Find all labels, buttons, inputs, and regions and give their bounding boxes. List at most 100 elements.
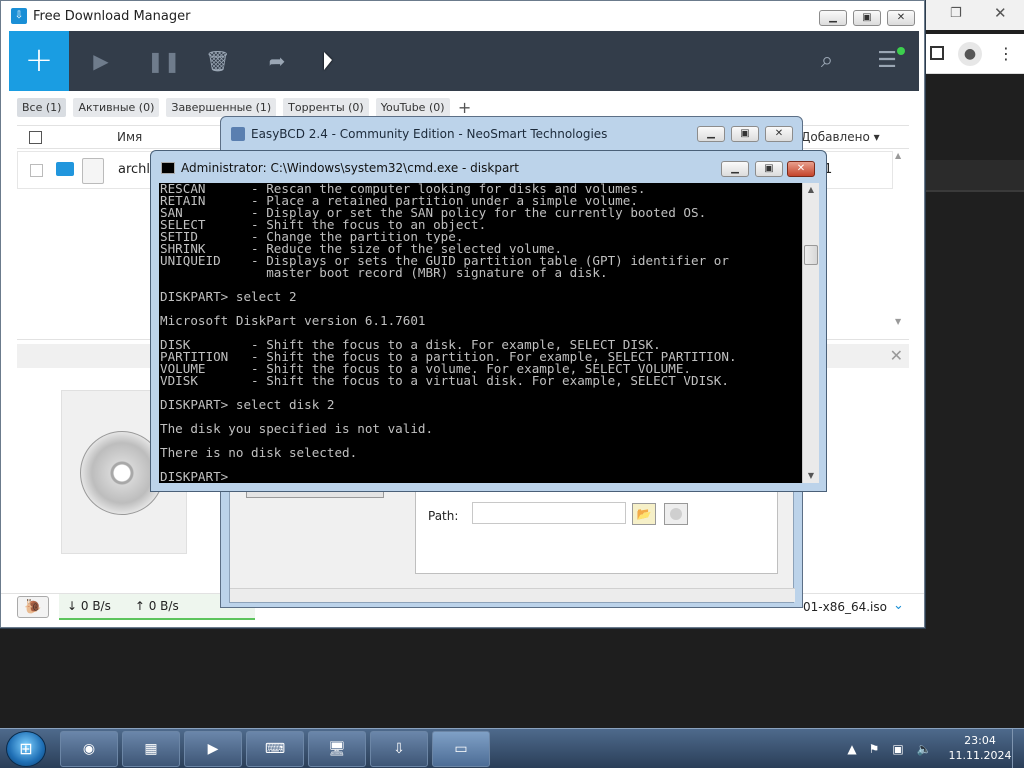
cmd-app-icon [161, 162, 175, 174]
easybcd-title: EasyBCD 2.4 - Community Edition - NeoSma… [251, 127, 608, 141]
add-tab-button[interactable]: + [457, 98, 473, 117]
taskbar-browser-icon[interactable]: ◉ [60, 731, 118, 767]
column-name[interactable]: Имя [117, 130, 142, 144]
scroll-down-icon[interactable]: ▼ [803, 469, 819, 483]
console-line: The disk you specified is not valid. [160, 422, 434, 436]
scroll-down-icon[interactable]: ▼ [895, 317, 901, 326]
taskbar-media-player-icon[interactable]: ▶ [184, 731, 242, 767]
notification-dot [897, 47, 905, 55]
move-icon[interactable]: ➦ [265, 49, 289, 73]
show-desktop-button[interactable] [1012, 729, 1024, 768]
close-button[interactable]: ✕ [765, 126, 793, 142]
console-line: VDISK - Shift the focus to a virtual dis… [160, 374, 729, 388]
maximize-button[interactable]: ▣ [853, 10, 881, 26]
minimize-button[interactable]: ▁ [721, 161, 749, 177]
browser-toolbar: ● ⋮ [920, 34, 1024, 74]
tray-expand-icon[interactable]: ▲ [844, 741, 860, 757]
cmd-window: Administrator: C:\Windows\system32\cmd.e… [150, 150, 827, 492]
console-line: DISKPART> select 2 [160, 290, 297, 304]
console-scrollbar[interactable]: ▲ ▼ [802, 183, 819, 483]
console-output[interactable]: RESCAN - Rescan the computer looking for… [159, 183, 802, 483]
start-button[interactable]: ⊞ [6, 731, 46, 767]
browser-titlebar: ❐ ✕ [920, 0, 1024, 30]
chevron-down-icon[interactable]: ⌄ [893, 598, 904, 613]
console-line: There is no disk selected. [160, 446, 358, 460]
taskbar-explorer-icon[interactable]: ▦ [122, 731, 180, 767]
fdm-app-icon: ⇩ [11, 8, 27, 24]
taskbar-computer-icon[interactable]: 🖥 [308, 731, 366, 767]
minimize-button[interactable]: ▁ [697, 126, 725, 142]
divider [920, 190, 1024, 192]
clock-time: 23:04 [964, 734, 996, 747]
fdm-title: Free Download Manager [33, 8, 191, 24]
action-center-flag-icon[interactable]: ⚑ [866, 741, 882, 757]
settings-group [415, 478, 778, 574]
taskbar-fdm-icon[interactable]: ⇩ [370, 731, 428, 767]
console-line: Microsoft DiskPart version 6.1.7601 [160, 314, 426, 328]
select-all-checkbox[interactable] [29, 131, 42, 144]
resume-icon[interactable]: ▶ [89, 49, 113, 73]
menu-icon[interactable]: ☰ [875, 49, 899, 73]
mouse-cursor [324, 52, 332, 70]
profile-icon[interactable]: ● [958, 42, 982, 66]
search-icon[interactable]: ⌕ [815, 49, 839, 73]
tab-torrents[interactable]: Торренты (0) [283, 97, 369, 117]
browse-folder-button[interactable]: 📂 [632, 503, 656, 525]
browser-content-strip [920, 160, 1024, 190]
sidebar-icon[interactable] [930, 46, 944, 60]
close-icon[interactable]: ✕ [994, 4, 1007, 22]
column-added[interactable]: Добавлено ▾ [801, 130, 880, 144]
go-button[interactable] [664, 503, 688, 525]
cmd-title: Administrator: C:\Windows\system32\cmd.e… [181, 161, 519, 175]
tab-completed[interactable]: Завершенные (1) [166, 97, 277, 117]
close-button[interactable]: ✕ [787, 161, 815, 177]
row-checkbox[interactable] [30, 164, 43, 177]
taskbar-network-icon[interactable]: ⌨ [246, 731, 304, 767]
pause-icon[interactable]: ❚❚ [147, 49, 181, 73]
delete-icon[interactable]: 🗑 [205, 49, 230, 73]
maximize-button[interactable]: ▣ [755, 161, 783, 177]
download-name: archli [118, 162, 154, 177]
background-browser-window: ❐ ✕ ● ⋮ [920, 0, 1024, 728]
restore-icon[interactable]: ❐ [950, 6, 962, 21]
close-button[interactable]: ✕ [887, 10, 915, 26]
easybcd-statusbar [230, 588, 795, 602]
folder-icon[interactable] [56, 162, 74, 176]
close-details-icon[interactable]: ✕ [890, 346, 903, 365]
system-tray: ▲ ⚑ ▣ 🔈 23:04 11.11.2024 [840, 729, 1024, 768]
taskbar: ⊞ ◉ ▦ ▶ ⌨ 🖥 ⇩ ▭ ▲ ⚑ ▣ 🔈 23:04 11.11.2024 [0, 728, 1024, 768]
easybcd-titlebar: EasyBCD 2.4 - Community Edition - NeoSma… [221, 117, 802, 151]
fdm-toolbar: + ▶ ❚❚ 🗑 ➦ ⌕ ☰ [9, 31, 919, 91]
upload-speed: ↑ 0 B/s [134, 599, 179, 613]
tab-active[interactable]: Активные (0) [73, 97, 160, 117]
console-line: master boot record (MBR) signature of a … [160, 266, 608, 280]
download-speed: ↓ 0 B/s [67, 599, 111, 613]
console-line: DISKPART> select disk 2 [160, 398, 335, 412]
path-input[interactable] [472, 502, 626, 524]
scroll-up-icon[interactable]: ▲ [895, 151, 901, 160]
tab-youtube[interactable]: YouTube (0) [375, 97, 450, 117]
clock-date: 11.11.2024 [948, 749, 1012, 762]
console-line: DISKPART> [160, 470, 229, 483]
scroll-up-icon[interactable]: ▲ [803, 183, 819, 197]
taskbar-cmd-icon[interactable]: ▭ [432, 731, 490, 767]
clock[interactable]: 23:04 11.11.2024 [944, 733, 1016, 763]
fdm-titlebar: ⇩ Free Download Manager ▁ ▣ ✕ [1, 1, 924, 31]
more-menu-icon[interactable]: ⋮ [998, 44, 1014, 63]
easybcd-sidebar [240, 492, 388, 588]
cmd-titlebar: Administrator: C:\Windows\system32\cmd.e… [151, 151, 826, 185]
minimize-button[interactable]: ▁ [819, 10, 847, 26]
fdm-filter-tabs: Все (1) Активные (0) Завершенные (1) Тор… [17, 97, 473, 117]
volume-muted-icon[interactable]: 🔈 [916, 741, 932, 757]
add-download-button[interactable]: + [9, 31, 69, 91]
network-icon[interactable]: ▣ [890, 741, 906, 757]
scrollbar-thumb[interactable] [804, 245, 818, 265]
speed-mode-button[interactable]: 🐌 [17, 596, 49, 618]
easybcd-app-icon [231, 127, 245, 141]
maximize-button[interactable]: ▣ [731, 126, 759, 142]
list-scrollbar[interactable]: ▲ ▼ [893, 149, 907, 331]
status-filename: 01-x86_64.iso [803, 600, 887, 614]
tab-all[interactable]: Все (1) [17, 97, 67, 117]
path-label: Path: [428, 509, 459, 523]
